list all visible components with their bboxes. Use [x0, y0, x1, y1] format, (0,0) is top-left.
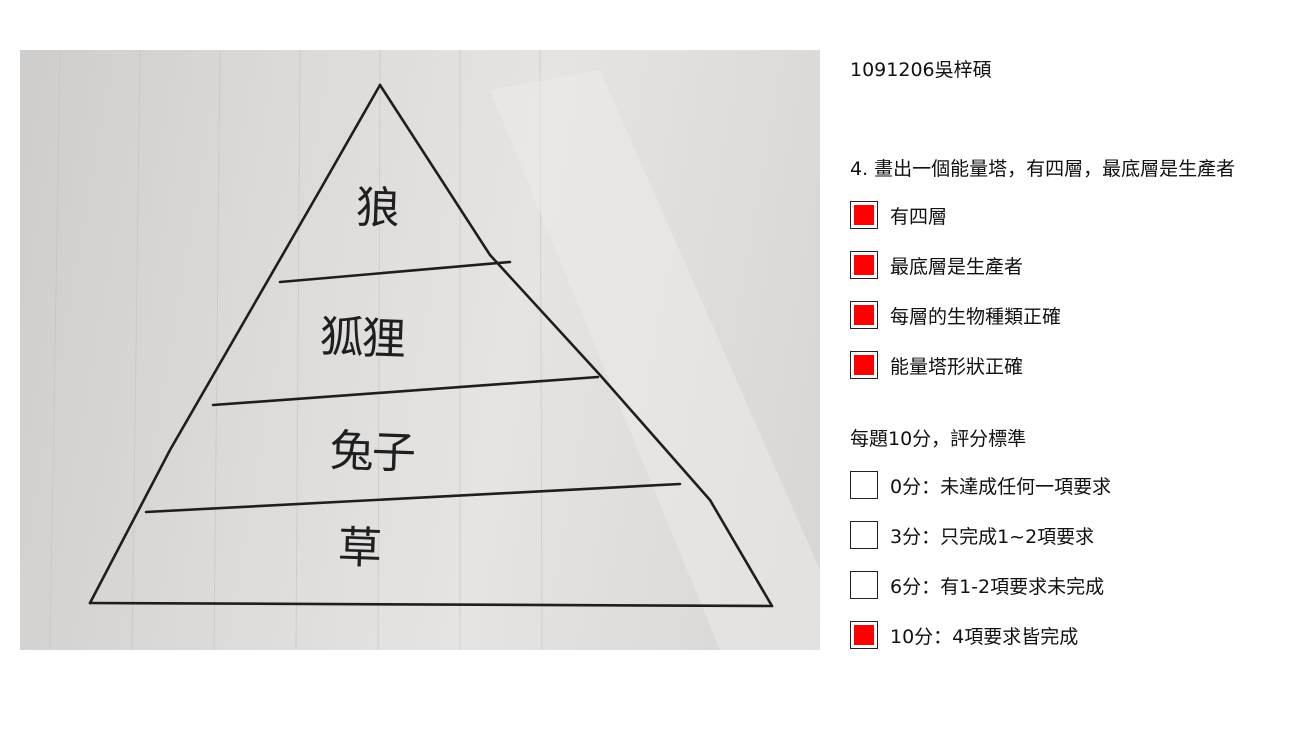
criterion-label: 有四層	[890, 205, 948, 228]
label-rabbit: 兔子	[328, 425, 415, 480]
page: 狼 狐狸 兔子 草 1091206吳梓碩 4. 畫出一個能量塔，有四層，最底層是…	[0, 0, 1300, 750]
score-label: 3分：只完成1~2項要求	[890, 525, 1095, 548]
score-checkbox[interactable]	[850, 471, 878, 499]
label-wolf: 狼	[354, 182, 399, 235]
label-fox: 狐狸	[318, 311, 405, 366]
score-label: 0分：未達成任何一項要求	[890, 475, 1112, 498]
score-row: 10分：4項要求皆完成	[850, 619, 1078, 651]
score-checkbox[interactable]	[850, 521, 878, 549]
criterion-checkbox[interactable]	[850, 251, 878, 279]
label-grass: 草	[336, 522, 381, 575]
score-row: 0分：未達成任何一項要求	[850, 469, 1111, 501]
score-row: 3分：只完成1~2項要求	[850, 519, 1094, 551]
criterion-checkbox[interactable]	[850, 201, 878, 229]
criterion-row: 有四層	[850, 199, 947, 231]
pyramid-drawing	[49, 50, 820, 650]
criterion-label: 能量塔形狀正確	[890, 355, 1024, 378]
criterion-label: 每層的生物種類正確	[890, 305, 1062, 328]
scoring-title: 每題10分，評分標準	[850, 428, 1027, 450]
pyramid-photo: 狼 狐狸 兔子 草	[20, 50, 820, 650]
criterion-checkbox[interactable]	[850, 301, 878, 329]
criterion-label: 最底層是生產者	[890, 255, 1024, 278]
rubric-panel: 1091206吳梓碩 4. 畫出一個能量塔，有四層，最底層是生產者 有四層 最底…	[850, 0, 1290, 750]
criterion-checkbox[interactable]	[850, 351, 878, 379]
criterion-row: 每層的生物種類正確	[850, 299, 1061, 331]
question-text: 4. 畫出一個能量塔，有四層，最底層是生產者	[850, 158, 1236, 180]
student-id: 1091206吳梓碩	[850, 59, 992, 81]
criterion-row: 最底層是生產者	[850, 249, 1023, 281]
score-label: 6分：有1-2項要求未完成	[890, 575, 1105, 598]
score-row: 6分：有1-2項要求未完成	[850, 569, 1104, 601]
score-checkbox[interactable]	[850, 621, 878, 649]
score-checkbox[interactable]	[850, 571, 878, 599]
criterion-row: 能量塔形狀正確	[850, 349, 1023, 381]
score-label: 10分：4項要求皆完成	[890, 625, 1079, 648]
